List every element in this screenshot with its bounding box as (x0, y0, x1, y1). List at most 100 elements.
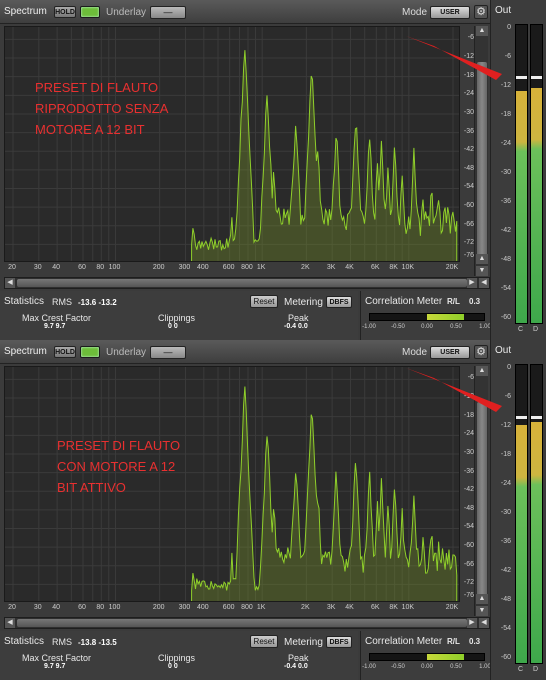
mode-button[interactable]: USER (430, 6, 470, 19)
db-tick-label: -36 (463, 467, 474, 475)
frequency-tick-label: 6K (371, 264, 380, 271)
underlay-button[interactable]: — (150, 6, 186, 19)
output-title: Out (495, 345, 512, 356)
peak-label: Peak (288, 653, 309, 663)
rms-label: RMS (52, 297, 72, 307)
frequency-axis: 20 30 40 60 80 100 200 300 400 600 800 1K 2K 3K 4K 6K 8K… (4, 603, 460, 615)
db-tick-label: -42 (463, 146, 474, 154)
gear-icon[interactable]: ⚙ (474, 345, 488, 359)
mode-label: Mode (402, 347, 428, 358)
frequency-tick-label: 100 (108, 604, 121, 611)
frequency-tick-label: 600 (222, 604, 235, 611)
channel-right-label: D (533, 666, 539, 673)
frequency-tick-label: 20 (8, 264, 16, 271)
horizontal-scroll-thumb[interactable] (17, 279, 467, 287)
annotation-note: PRESET DI FLAUTO RIPRODOTTO SENZA MOTORE A… (35, 77, 168, 140)
correlation-bar-fill (427, 654, 465, 660)
reset-button[interactable]: Reset (250, 295, 278, 308)
vertical-scroll-thumb[interactable] (477, 62, 487, 262)
scroll-left-arrow-icon[interactable]: ◀ (5, 278, 15, 288)
output-scale-label: -24 (500, 480, 511, 487)
frequency-tick-label: 30 (33, 264, 42, 271)
scroll-down-arrow-icon[interactable]: ▼ (476, 266, 488, 276)
output-scale-label: -42 (500, 227, 511, 234)
frequency-tick-label: 3K (326, 604, 336, 611)
spectrum-trace (191, 386, 458, 601)
output-scale-label: -30 (500, 169, 511, 176)
frequency-tick-label: 400 (196, 264, 209, 271)
scroll-left-arrow-icon[interactable]: ◀ (479, 278, 489, 288)
scroll-up-arrow-icon[interactable]: ▲ (476, 594, 488, 604)
horizontal-scrollbar[interactable]: ◀ ▶ ◀ (4, 277, 490, 289)
output-scale-label: -54 (500, 285, 511, 292)
clippings-label: Clippings (158, 313, 196, 323)
frequency-tick-label: 2K (301, 264, 310, 271)
dbfs-button[interactable]: DBFS (326, 636, 352, 648)
statistics-section: Statistics RMS -13.8 -13.5 Reset Meterin… (0, 631, 358, 680)
output-scale-label: -60 (500, 654, 511, 661)
frequency-tick-label: 8K (389, 264, 398, 271)
frequency-tick-label: 2K (301, 604, 310, 611)
frequency-tick-label: 1K (256, 264, 266, 271)
hold-button[interactable]: HOLD (54, 6, 76, 18)
clippings-values: 0 0 (168, 663, 178, 670)
frequency-tick-label: 600 (222, 264, 235, 271)
scroll-right-arrow-icon[interactable]: ▶ (467, 278, 477, 288)
horizontal-scrollbar[interactable]: ◀ ▶ ◀ (4, 617, 490, 629)
gear-icon[interactable]: ⚙ (474, 5, 488, 19)
output-scale-label: -12 (500, 422, 511, 429)
db-tick-label: -48 (463, 504, 474, 512)
db-tick-label: -48 (463, 164, 474, 172)
frequency-tick-label: 20 (8, 604, 16, 611)
annotation-line: CON MOTORE A 12 (57, 459, 176, 474)
reset-button[interactable]: Reset (250, 635, 278, 648)
scroll-down-arrow-icon[interactable]: ▼ (476, 606, 488, 616)
db-tick-label: -76 (463, 591, 474, 599)
red-arrow-annotation (406, 36, 502, 80)
mode-label: Mode (402, 7, 428, 18)
correlation-tick-label: -1.00 (362, 324, 376, 330)
scroll-up-arrow-icon[interactable]: ▲ (476, 254, 488, 264)
scroll-left-arrow-icon[interactable]: ◀ (479, 618, 489, 628)
panel-title: Spectrum (4, 6, 47, 17)
annotation-line: PRESET DI FLAUTO (35, 80, 159, 95)
correlation-tick-label: 0.50 (450, 324, 462, 330)
mode-button[interactable]: USER (430, 346, 470, 359)
frequency-tick-label: 10K (401, 604, 415, 611)
statistics-title: Statistics (4, 636, 45, 647)
spectrum-header: Spectrum HOLD Underlay — Mode USER ⚙ (0, 340, 490, 364)
spectrum-trace (191, 50, 458, 261)
frequency-tick-label: 80 (96, 604, 105, 611)
scroll-left-arrow-icon[interactable]: ◀ (5, 618, 15, 628)
vertical-scroll-thumb[interactable] (477, 402, 487, 602)
frequency-tick-label: 80 (96, 264, 105, 271)
spectrum-header: Spectrum HOLD Underlay — Mode USER ⚙ (0, 0, 490, 24)
spectrum-plot[interactable]: PRESET DI FLAUTO RIPRODOTTO SENZA MOTORE A… (4, 26, 460, 262)
frequency-tick-label: 3K (326, 264, 336, 271)
rms-values: -13.8 -13.5 (78, 638, 117, 647)
underlay-button[interactable]: — (150, 346, 186, 359)
horizontal-scroll-thumb[interactable] (17, 619, 467, 627)
rms-values: -13.6 -13.2 (78, 298, 117, 307)
spectrum-plot[interactable]: PRESET DI FLAUTO CON MOTORE A 12 BIT ATTIV… (4, 366, 460, 602)
annotation-line: BIT ATTIVO (57, 480, 126, 495)
output-scale-label: -12 (500, 82, 511, 89)
scroll-right-arrow-icon[interactable]: ▶ (467, 618, 477, 628)
correlation-tick-label: 0.00 (421, 664, 433, 670)
correlation-meter: Correlation Meter R/L 0.3 -1.00 -0.50 0.00… (360, 291, 491, 340)
frequency-tick-label: 60 (78, 264, 86, 271)
output-level-right (531, 421, 542, 663)
db-tick-label: -54 (463, 523, 474, 531)
db-tick-label: -66 (463, 220, 474, 228)
output-level-left (516, 90, 527, 323)
output-scale-label: -6 (504, 53, 511, 60)
hold-led-toggle[interactable] (80, 346, 100, 358)
hold-button[interactable]: HOLD (54, 346, 76, 358)
correlation-tick-label: -0.50 (391, 324, 405, 330)
dbfs-button[interactable]: DBFS (326, 296, 352, 308)
hold-led-toggle[interactable] (80, 6, 100, 18)
db-tick-label: -54 (463, 183, 474, 191)
output-scale-label: -36 (500, 198, 511, 205)
frequency-tick-label: 300 (178, 264, 191, 271)
correlation-bar (369, 313, 485, 321)
